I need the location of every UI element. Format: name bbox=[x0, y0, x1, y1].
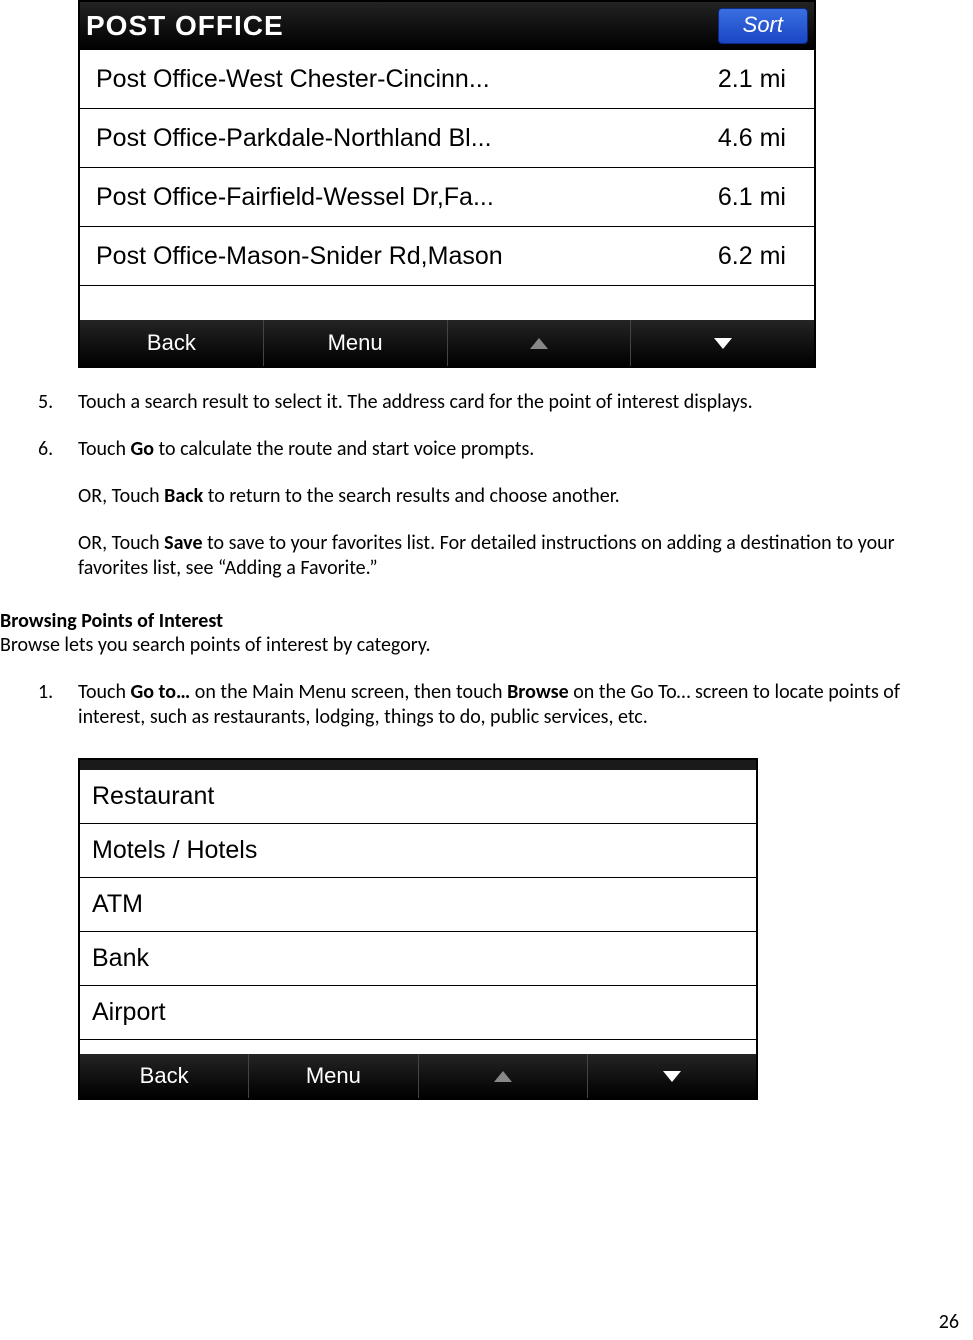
search-results-screenshot: POST OFFICE Sort Post Office-West Cheste… bbox=[78, 0, 973, 368]
blank-row bbox=[80, 1040, 756, 1054]
chevron-down-icon bbox=[714, 338, 732, 349]
chevron-down-icon bbox=[663, 1071, 681, 1082]
bottom-bar: Back Menu bbox=[80, 1054, 756, 1098]
category-row[interactable]: Bank bbox=[80, 932, 756, 986]
section-intro: Browse lets you search points of interes… bbox=[0, 633, 973, 658]
result-name: Post Office-Mason-Snider Rd,Mason bbox=[96, 242, 503, 271]
step-1: 1. Touch Go to… on the Main Menu screen,… bbox=[0, 680, 973, 752]
bottom-bar: Back Menu bbox=[80, 320, 814, 366]
result-distance: 2.1 mi bbox=[718, 65, 786, 94]
back-button[interactable]: Back bbox=[80, 1054, 249, 1098]
sort-button[interactable]: Sort bbox=[718, 8, 808, 44]
step-text: Touch a search result to select it. The … bbox=[78, 390, 943, 415]
menu-button[interactable]: Menu bbox=[249, 1054, 418, 1098]
category-row[interactable]: ATM bbox=[80, 878, 756, 932]
result-row[interactable]: Post Office-Parkdale-Northland Bl... 4.6… bbox=[80, 109, 814, 168]
result-row[interactable]: Post Office-Mason-Snider Rd,Mason 6.2 mi bbox=[80, 227, 814, 286]
step-number: 5. bbox=[38, 390, 78, 437]
chevron-up-icon bbox=[494, 1071, 512, 1082]
step-text: Touch Go to… on the Main Menu screen, th… bbox=[78, 680, 943, 730]
step-text: Touch Go to calculate the route and star… bbox=[78, 437, 943, 462]
chevron-up-icon bbox=[530, 338, 548, 349]
menu-button[interactable]: Menu bbox=[264, 320, 448, 366]
result-row[interactable]: Post Office-Fairfield-Wessel Dr,Fa... 6.… bbox=[80, 168, 814, 227]
titlebar-edge bbox=[80, 760, 756, 770]
back-button[interactable]: Back bbox=[80, 320, 264, 366]
result-name: Post Office-West Chester-Cincinn... bbox=[96, 65, 490, 94]
blank-row bbox=[80, 286, 814, 320]
titlebar: POST OFFICE Sort bbox=[80, 2, 814, 50]
step-number: 1. bbox=[38, 680, 78, 752]
result-distance: 6.1 mi bbox=[718, 183, 786, 212]
step-text: OR, Touch Back to return to the search r… bbox=[78, 484, 943, 509]
result-distance: 4.6 mi bbox=[718, 124, 786, 153]
category-row[interactable]: Motels / Hotels bbox=[80, 824, 756, 878]
result-distance: 6.2 mi bbox=[718, 242, 786, 271]
result-name: Post Office-Parkdale-Northland Bl... bbox=[96, 124, 492, 153]
scroll-down-button[interactable] bbox=[588, 1054, 756, 1098]
scroll-up-button[interactable] bbox=[419, 1054, 588, 1098]
step-6: 6. Touch Go to calculate the route and s… bbox=[0, 437, 973, 603]
scroll-up-button[interactable] bbox=[448, 320, 632, 366]
category-row[interactable]: Restaurant bbox=[80, 770, 756, 824]
result-row[interactable]: Post Office-West Chester-Cincinn... 2.1 … bbox=[80, 50, 814, 109]
category-row[interactable]: Airport bbox=[80, 986, 756, 1040]
scroll-down-button[interactable] bbox=[631, 320, 814, 366]
screen-title: POST OFFICE bbox=[86, 10, 284, 42]
section-heading: Browsing Points of Interest bbox=[0, 609, 973, 633]
page-number: 26 bbox=[939, 1310, 959, 1334]
step-number: 6. bbox=[38, 437, 78, 603]
step-5: 5. Touch a search result to select it. T… bbox=[0, 390, 973, 437]
step-text: OR, Touch Save to save to your favorites… bbox=[78, 531, 943, 581]
result-name: Post Office-Fairfield-Wessel Dr,Fa... bbox=[96, 183, 494, 212]
browse-categories-screenshot: Restaurant Motels / Hotels ATM Bank Airp… bbox=[78, 758, 973, 1100]
